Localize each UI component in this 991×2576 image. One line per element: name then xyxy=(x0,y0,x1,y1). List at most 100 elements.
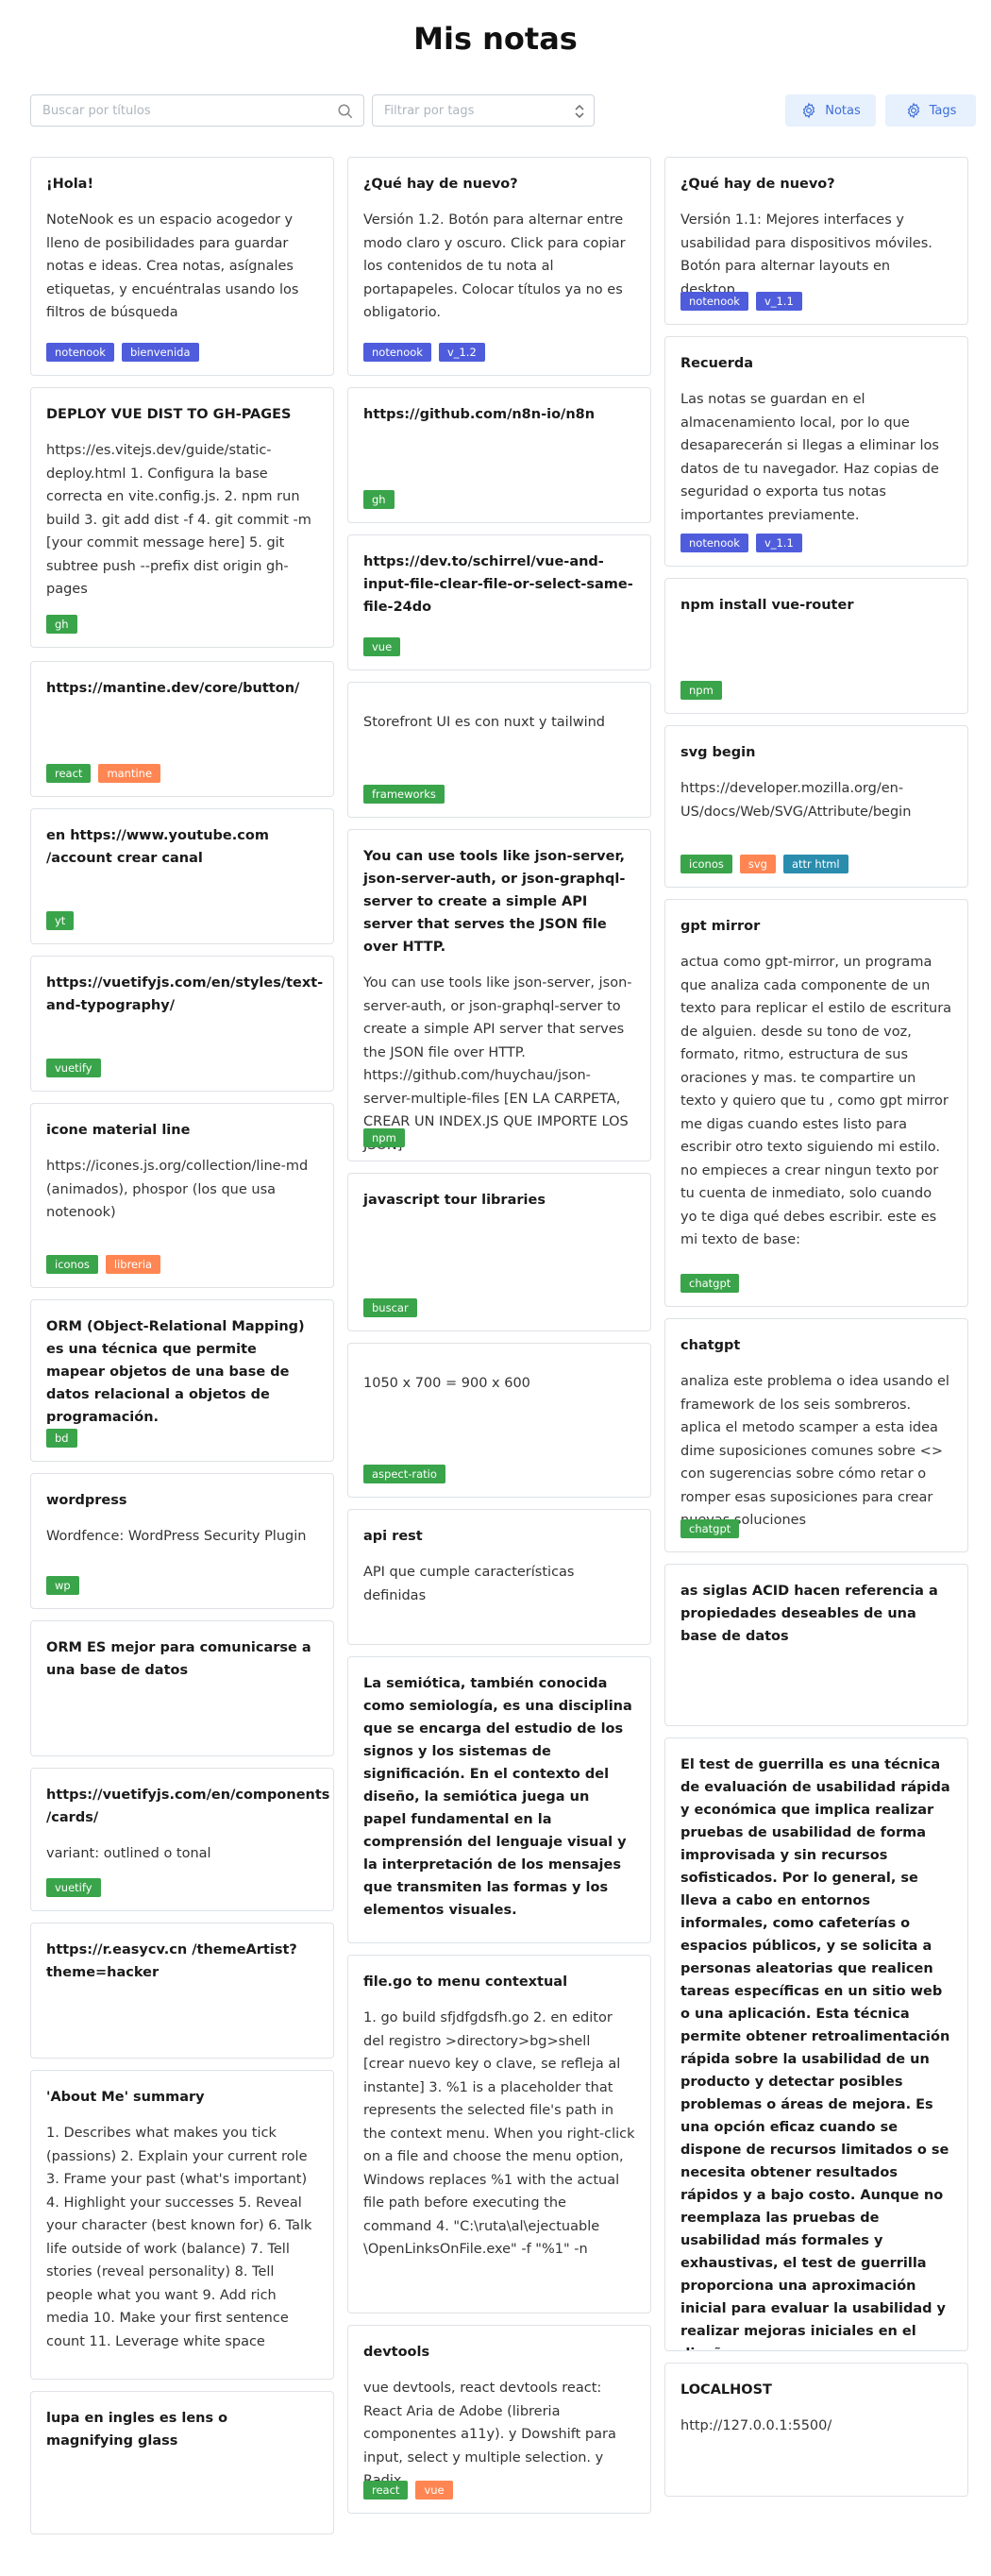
note-title: https://github.com/n8n-io/n8n xyxy=(363,407,596,422)
note-body: 1050 x 700 = 900 x 600 xyxy=(363,1376,530,1391)
tag-badge[interactable]: v_1.2 xyxy=(438,343,485,362)
note-card[interactable]: ORM (Object-Relational Mapping) es una t… xyxy=(30,1299,334,1462)
note-tags: chatgpt xyxy=(680,1274,740,1293)
tag-badge[interactable]: iconos xyxy=(680,855,732,873)
tag-badge[interactable]: buscar xyxy=(363,1298,417,1317)
note-title: javascript tour libraries xyxy=(363,1193,546,1208)
note-card[interactable]: ¿Qué hay de nuevo? Versión 1.1: Mejores i… xyxy=(664,157,968,325)
tag-badge[interactable]: chatgpt xyxy=(680,1274,740,1293)
note-title: https://r.easycv.cn /themeArtist?theme=h… xyxy=(46,1942,297,1980)
tag-badge[interactable]: bienvenida xyxy=(121,343,199,362)
tag-badge[interactable]: notenook xyxy=(680,292,748,311)
tag-badge[interactable]: chatgpt xyxy=(680,1519,740,1538)
note-title: lupa en ingles es lens o magnifying glas… xyxy=(46,2411,228,2449)
search-box[interactable] xyxy=(30,94,364,127)
note-body: 1. go build sfjdfgdsfh.go 2. en editor d… xyxy=(363,2010,635,2257)
tag-badge[interactable]: gh xyxy=(363,490,395,509)
note-card[interactable]: gpt mirror actua como gpt-mirror, un prog… xyxy=(664,899,968,1307)
tag-filter-input[interactable] xyxy=(373,95,594,126)
tag-badge[interactable]: notenook xyxy=(46,343,114,362)
note-tags: npm xyxy=(363,1128,405,1147)
tag-badge[interactable]: attr html xyxy=(782,855,848,873)
note-card[interactable]: Storefront UI es con nuxt y tailwind fram… xyxy=(347,682,651,818)
note-body: API que cumple características definidas xyxy=(363,1565,575,1603)
note-title: DEPLOY VUE DIST TO GH-PAGES xyxy=(46,407,292,422)
note-title: npm install vue-router xyxy=(680,598,854,613)
note-title: https://vuetifyjs.com/en/styles/text-and… xyxy=(46,975,324,1013)
note-title: LOCALHOST xyxy=(680,2382,772,2398)
note-card[interactable]: https://r.easycv.cn /themeArtist?theme=h… xyxy=(30,1923,334,2059)
note-title: wordpress xyxy=(46,1493,127,1508)
tag-badge[interactable]: vuetify xyxy=(46,1878,101,1897)
note-card[interactable]: 'About Me' summary 1. Describes what make… xyxy=(30,2070,334,2380)
tag-badge[interactable]: frameworks xyxy=(363,785,445,804)
tag-badge[interactable]: svg xyxy=(739,855,776,873)
note-tags: iconos svg attr html xyxy=(680,855,848,873)
note-card[interactable]: LOCALHOST http://127.0.0.1:5500/ xyxy=(664,2363,968,2497)
tag-badge[interactable]: gh xyxy=(46,615,77,634)
gear-icon xyxy=(803,102,815,119)
tag-badge[interactable]: npm xyxy=(363,1128,405,1147)
note-card[interactable]: ¡Hola! NoteNook es un espacio acogedor y … xyxy=(30,157,334,376)
tag-badge[interactable]: iconos xyxy=(46,1255,98,1274)
tag-badge[interactable]: vuetify xyxy=(46,1059,101,1077)
gear-icon xyxy=(907,102,919,119)
note-title: api rest xyxy=(363,1529,423,1544)
note-card[interactable]: La semiótica, también conocida como semi… xyxy=(347,1656,651,1943)
tag-badge[interactable]: bd xyxy=(46,1429,77,1448)
tag-badge[interactable]: libreria xyxy=(105,1255,161,1274)
note-card[interactable]: https://vuetifyjs.com/en/styles/text-and… xyxy=(30,956,334,1092)
note-card[interactable]: api rest API que cumple características d… xyxy=(347,1509,651,1645)
notes-button[interactable]: Notas xyxy=(785,94,876,127)
note-card[interactable]: wordpress Wordfence: WordPress Security P… xyxy=(30,1473,334,1609)
note-card[interactable]: https://mantine.dev/core/button/react man… xyxy=(30,661,334,797)
tag-badge[interactable]: react xyxy=(46,764,92,783)
tag-badge[interactable]: yt xyxy=(46,911,75,930)
note-card[interactable]: javascript tour libraries buscar xyxy=(347,1173,651,1331)
tag-badge[interactable]: notenook xyxy=(363,343,431,362)
note-title: https://vuetifyjs.com/en/components /car… xyxy=(46,1788,330,1825)
search-icon[interactable] xyxy=(337,103,354,120)
note-card[interactable]: Recuerda Las notas se guardan en el almac… xyxy=(664,336,968,567)
note-card[interactable]: icone material line https://icones.js.org… xyxy=(30,1103,334,1288)
note-tags: notenook v_1.2 xyxy=(363,343,485,362)
note-card[interactable]: file.go to menu contextual 1. go build sf… xyxy=(347,1955,651,2313)
note-body: https://icones.js.org/collection/line-md… xyxy=(46,1159,309,1220)
tag-badge[interactable]: vue xyxy=(363,637,401,656)
tag-filter-select[interactable] xyxy=(372,94,595,127)
note-body: http://127.0.0.1:5500/ xyxy=(680,2418,832,2433)
note-card[interactable]: ¿Qué hay de nuevo? Versión 1.2. Botón par… xyxy=(347,157,651,376)
note-card[interactable]: lupa en ingles es lens o magnifying glas… xyxy=(30,2391,334,2534)
note-card[interactable]: devtools vue devtools, react devtools rea… xyxy=(347,2325,651,2514)
note-card[interactable]: https://dev.to/schirrel/vue-and-input-fi… xyxy=(347,534,651,670)
tags-button[interactable]: Tags xyxy=(885,94,976,127)
note-tags: buscar xyxy=(363,1298,417,1317)
note-card[interactable]: npm install vue-router npm xyxy=(664,578,968,714)
note-card[interactable]: svg begin https://developer.mozilla.org/e… xyxy=(664,725,968,888)
tag-badge[interactable]: v_1.1 xyxy=(755,534,802,552)
tag-badge[interactable]: vue xyxy=(415,2481,453,2500)
note-card[interactable]: https://github.com/n8n-io/n8n gh xyxy=(347,387,651,523)
tag-badge[interactable]: aspect-ratio xyxy=(363,1465,445,1483)
tag-badge[interactable]: mantine xyxy=(98,764,161,783)
note-card[interactable]: chatgpt analiza este problema o idea usan… xyxy=(664,1318,968,1552)
note-body: Wordfence: WordPress Security Plugin xyxy=(46,1529,307,1544)
note-tags: gh xyxy=(46,615,77,634)
note-title: en https://www.youtube.com /account crea… xyxy=(46,828,269,866)
tag-badge[interactable]: react xyxy=(363,2481,409,2500)
note-body: analiza este problema o idea usando el f… xyxy=(680,1374,949,1528)
note-card[interactable]: en https://www.youtube.com /account crea… xyxy=(30,808,334,944)
search-input[interactable] xyxy=(31,95,363,126)
note-card[interactable]: El test de guerrilla es una técnica de e… xyxy=(664,1737,968,2351)
tag-badge[interactable]: wp xyxy=(46,1576,79,1595)
note-card[interactable]: ORM ES mejor para comunicarse a una base… xyxy=(30,1620,334,1756)
note-card[interactable]: You can use tools like json-server, json… xyxy=(347,829,651,1161)
note-card[interactable]: as siglas ACID hacen referencia a propie… xyxy=(664,1564,968,1726)
tag-badge[interactable]: notenook xyxy=(680,534,748,552)
tag-badge[interactable]: v_1.1 xyxy=(755,292,802,311)
tag-badge[interactable]: npm xyxy=(680,681,722,700)
note-card[interactable]: DEPLOY VUE DIST TO GH-PAGES https://es.vi… xyxy=(30,387,334,648)
note-tags: yt xyxy=(46,911,75,930)
note-card[interactable]: 1050 x 700 = 900 x 600 aspect-ratio xyxy=(347,1343,651,1498)
note-card[interactable]: https://vuetifyjs.com/en/components /car… xyxy=(30,1768,334,1911)
